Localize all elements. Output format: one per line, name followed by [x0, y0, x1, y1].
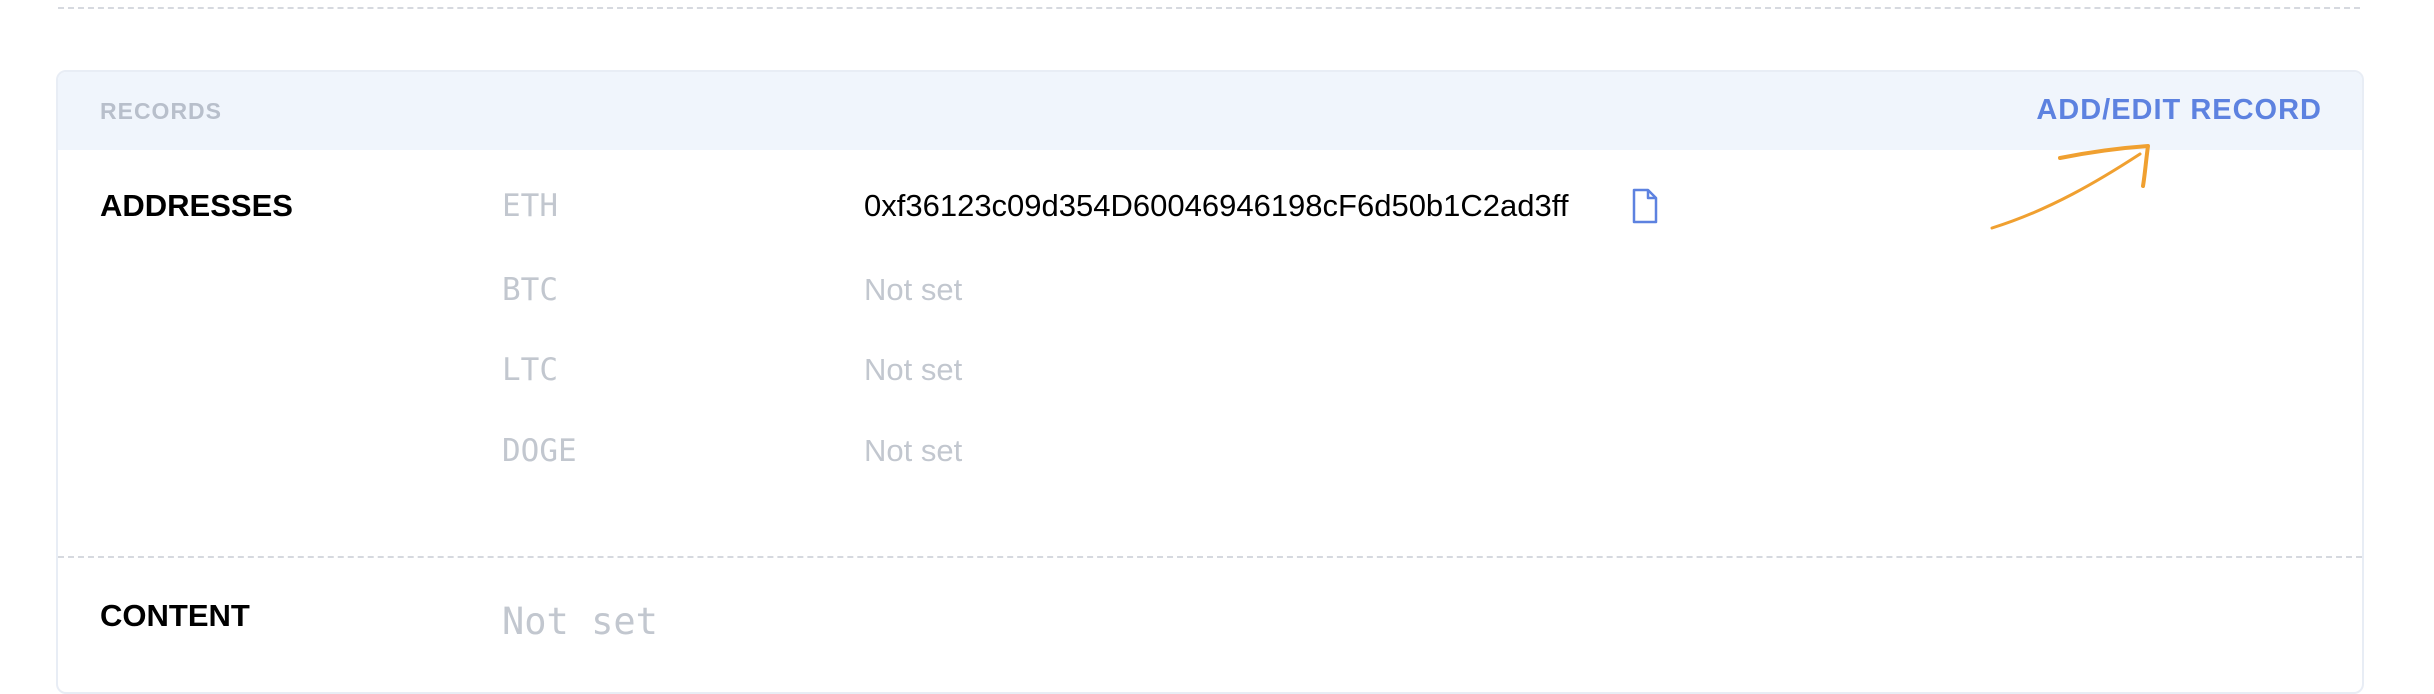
arrow-annotation-icon: [1990, 144, 2150, 230]
address-value-eth[interactable]: 0xf36123c09d354D60046946198cF6d50b1C2ad3…: [864, 188, 1568, 224]
records-header: RECORDS ADD/EDIT RECORD: [58, 72, 2362, 150]
addresses-label: ADDRESSES: [100, 188, 293, 223]
section-divider: [58, 556, 2362, 558]
top-divider: [58, 7, 2360, 9]
address-key-ltc: LTC: [502, 352, 558, 388]
address-value-btc: Not set: [864, 272, 963, 307]
address-value-doge: Not set: [864, 433, 963, 468]
address-key-doge: DOGE: [502, 433, 577, 469]
copy-document-icon[interactable]: [1631, 188, 1659, 224]
address-value-ltc: Not set: [864, 352, 963, 387]
records-title: RECORDS: [100, 98, 223, 124]
content-label: CONTENT: [100, 598, 250, 633]
add-edit-record-button[interactable]: ADD/EDIT RECORD: [2036, 94, 2322, 127]
address-key-eth: ETH: [502, 188, 558, 224]
address-key-btc: BTC: [502, 272, 558, 308]
content-value: Not set: [502, 600, 658, 643]
